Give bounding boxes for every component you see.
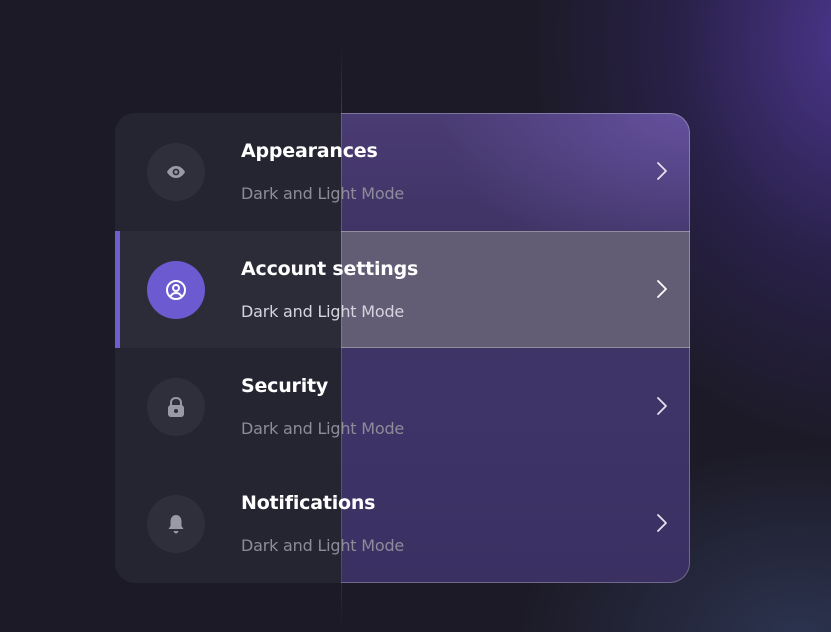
menu-item-title: Account settings	[241, 258, 419, 280]
bell-icon	[167, 513, 185, 535]
notifications-icon-circle	[147, 495, 205, 553]
menu-item-subtitle: Dark and Light Mode	[241, 536, 405, 555]
menu-item-title: Notifications	[241, 492, 376, 514]
user-circle-icon	[165, 279, 187, 301]
menu-item-subtitle: Dark and Light Mode	[241, 302, 405, 321]
chevron-right-icon	[651, 513, 671, 533]
security-icon-circle	[147, 378, 205, 436]
menu-item-security[interactable]: Security Dark and Light Mode	[115, 348, 690, 465]
chevron-right-icon	[651, 396, 671, 416]
menu-item-notifications[interactable]: Notifications Dark and Light Mode	[115, 465, 690, 582]
menu-item-subtitle: Dark and Light Mode	[241, 184, 405, 203]
menu-item-title: Security	[241, 375, 329, 397]
menu-item-title: Appearances	[241, 140, 378, 162]
chevron-right-icon	[651, 279, 671, 299]
chevron-right-icon	[651, 161, 671, 181]
settings-menu-panel: Appearances Dark and Light Mode Account …	[115, 113, 690, 583]
settings-menu: Appearances Dark and Light Mode Account …	[115, 113, 690, 583]
vertical-divider-line	[341, 45, 342, 632]
menu-item-subtitle: Dark and Light Mode	[241, 419, 405, 438]
appearances-icon-circle	[147, 143, 205, 201]
menu-item-appearances[interactable]: Appearances Dark and Light Mode	[115, 113, 690, 230]
account-settings-icon-circle	[147, 261, 205, 319]
active-item-border	[341, 231, 690, 348]
eye-icon	[166, 165, 186, 179]
lock-icon	[166, 396, 186, 418]
menu-item-account-settings[interactable]: Account settings Dark and Light Mode	[115, 231, 690, 348]
